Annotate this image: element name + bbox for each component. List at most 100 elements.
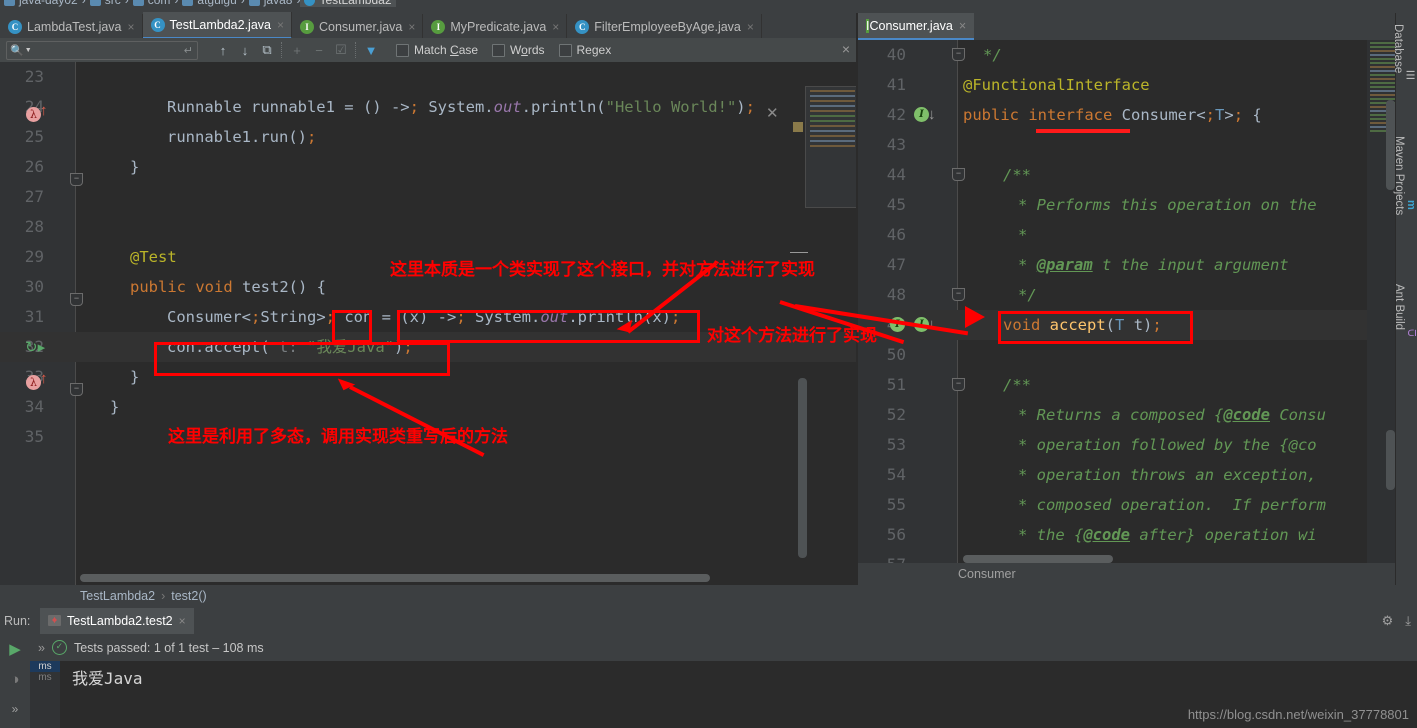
code-line[interactable]: 46 * <box>858 220 1417 250</box>
run-test-icon[interactable]: ↻▸ <box>25 338 45 356</box>
code-line[interactable]: 47 * @param t the input argument <box>858 250 1417 280</box>
run-toolbar[interactable]: ⚙ ⤓ <box>1382 613 1411 629</box>
find-toolbar[interactable]: 🔍 ▼ ↵ ↑ ↓ ⧉ + − ☑ ▼ Match Case Words Regex × <box>0 38 858 62</box>
fold-handle[interactable]: − <box>952 288 965 301</box>
class-icon: C <box>575 19 590 34</box>
checkbox-box[interactable] <box>396 43 409 57</box>
tab-lambdatest-java[interactable]: C LambdaTest.java × <box>0 14 143 39</box>
lambda-marker-icon[interactable]: λ <box>26 107 41 122</box>
add-selection-next-icon[interactable]: + <box>286 40 308 60</box>
code-line[interactable]: 55 * composed operation. If perform <box>858 490 1417 520</box>
close-icon[interactable]: × <box>959 19 966 33</box>
code-line[interactable]: 50 <box>858 340 1417 370</box>
code-line[interactable]: 43 <box>858 130 1417 160</box>
code-line[interactable]: 51 /** <box>858 370 1417 400</box>
export-icon[interactable]: ⤓ <box>1405 613 1411 629</box>
breadcrumb-item-com[interactable]: com <box>129 0 175 7</box>
breadcrumb-item-java8[interactable]: java8 <box>245 0 297 7</box>
code-line[interactable]: 42 public interface Consumer<;T>; { <box>858 100 1417 130</box>
breadcrumb-class[interactable]: TestLambda2 <box>80 589 155 603</box>
chevron-down-icon[interactable]: ▼ <box>25 47 32 54</box>
breadcrumb-item-src[interactable]: src <box>86 0 125 7</box>
code-line[interactable]: 45 * Performs this operation on the <box>858 190 1417 220</box>
close-icon[interactable]: × <box>408 20 415 34</box>
toggle-soft-wrap-button[interactable]: ◑ <box>0 664 30 694</box>
right-vertical-scrollbar-2[interactable] <box>1386 430 1395 490</box>
close-icon[interactable]: × <box>747 20 754 34</box>
checkbox-box[interactable] <box>492 43 506 57</box>
code-line[interactable]: 44 /** <box>858 160 1417 190</box>
expand-glyph[interactable]: » <box>38 641 45 655</box>
tab-filteremployeebyage-java[interactable]: C FilterEmployeeByAge.java × <box>567 14 762 39</box>
tool-button-ant[interactable]: ⩂ Ant Build <box>1393 281 1417 384</box>
tab-label: FilterEmployeeByAge.java <box>594 19 741 34</box>
rerun-button[interactable]: ▶ <box>0 634 30 664</box>
fold-handle[interactable]: − <box>70 383 83 396</box>
breadcrumb-method[interactable]: test2() <box>171 589 206 603</box>
code-line[interactable]: 23 <box>0 62 858 92</box>
fold-handle[interactable]: − <box>70 293 83 306</box>
vertical-scrollbar[interactable] <box>798 378 807 558</box>
find-next-icon[interactable]: ↓ <box>234 40 256 60</box>
right-editor-pane[interactable]: I Consumer.java × 40 */ 41 @FunctionalInter… <box>858 13 1417 585</box>
code-line[interactable]: 52 * Returns a composed {@code Consu <box>858 400 1417 430</box>
find-previous-icon[interactable]: ↑ <box>212 40 234 60</box>
right-tab-strip[interactable]: I Consumer.java × <box>858 13 1417 40</box>
run-configuration-tab[interactable]: TestLambda2.test2 × <box>40 607 194 634</box>
search-input[interactable]: 🔍 ▼ ↵ <box>6 40 198 60</box>
checkbox-regex[interactable]: Regex <box>558 43 611 57</box>
fold-handle[interactable]: − <box>70 173 83 186</box>
select-all-lines-icon[interactable]: ☑ <box>330 40 352 60</box>
fold-handle[interactable]: − <box>952 48 965 61</box>
left-breadcrumb[interactable]: TestLambda2 › test2() <box>0 585 938 607</box>
filter-icon[interactable]: ▼ <box>360 40 382 60</box>
right-horizontal-scrollbar[interactable] <box>963 555 1113 563</box>
checkbox-words[interactable]: Words <box>492 43 545 57</box>
code-line[interactable]: 54 * operation throws an exception, <box>858 460 1417 490</box>
editor-tab-strip[interactable]: C LambdaTest.java × C TestLambda2.java × I Cons… <box>0 12 858 39</box>
tool-button-maven[interactable]: m Maven Projects <box>1393 133 1417 276</box>
code-line[interactable]: 27 <box>0 182 858 212</box>
checkbox-match-case[interactable]: Match Case <box>396 43 478 57</box>
close-icon[interactable]: × <box>552 20 559 34</box>
right-tool-rail[interactable]: ☰ Database m Maven Projects ⩂ Ant Build <box>1392 13 1417 585</box>
tab-consumer-java[interactable]: I Consumer.java × <box>858 13 975 40</box>
run-left-rail[interactable]: ▶ ◑ » <box>0 634 30 728</box>
close-icon[interactable]: × <box>128 20 135 34</box>
tab-mypredicate-java[interactable]: I MyPredicate.java × <box>423 14 568 39</box>
close-icon[interactable]: × <box>277 18 284 32</box>
up-arrow-icon[interactable]: ↑ <box>40 371 48 386</box>
tab-consumer-java[interactable]: I Consumer.java × <box>292 14 424 39</box>
code-line[interactable]: 24Runnable runnable1 = () ->; System.out… <box>0 92 858 122</box>
breadcrumb-item-testlambda2[interactable]: TestLambda2 <box>300 0 396 7</box>
expand-button[interactable]: » <box>0 694 30 724</box>
close-find-icon[interactable]: × <box>842 41 850 57</box>
code-line[interactable]: 41 @FunctionalInterface <box>858 70 1417 100</box>
horizontal-scrollbar[interactable] <box>80 574 710 582</box>
lambda-marker-icon[interactable]: λ <box>26 375 41 390</box>
fold-handle[interactable]: − <box>952 168 965 181</box>
code-line[interactable]: 28 <box>0 212 858 242</box>
close-icon[interactable]: × <box>179 614 186 628</box>
implemented-interface-icon[interactable]: I <box>914 107 929 122</box>
tool-button-database[interactable]: ☰ Database <box>1392 21 1417 129</box>
code-line[interactable]: 56 * the {@code after} operation wi <box>858 520 1417 550</box>
checkbox-box[interactable] <box>558 43 572 57</box>
select-all-occurrences-icon[interactable]: ⧉ <box>256 40 278 60</box>
remove-selection-icon[interactable]: − <box>308 40 330 60</box>
breadcrumb-item-java-day02[interactable]: java-day02 <box>0 0 82 7</box>
run-tool-window[interactable]: Run: TestLambda2.test2 × ⚙ ⤓ ▶ ◑ » » ✓ T… <box>0 607 1417 728</box>
up-arrow-icon[interactable]: ↑ <box>40 103 48 118</box>
code-line[interactable]: 34} <box>0 392 858 422</box>
code-line[interactable]: 25 runnable1.run(); <box>0 122 858 152</box>
code-line[interactable]: 48 */ <box>858 280 1417 310</box>
code-line[interactable]: 53 * operation followed by the {@co <box>858 430 1417 460</box>
fold-handle[interactable]: − <box>952 378 965 391</box>
tab-testlambda2-java[interactable]: C TestLambda2.java × <box>142 12 292 39</box>
code-line[interactable]: 40 */ <box>858 40 1417 70</box>
close-preview-icon[interactable]: ✕ <box>766 104 779 122</box>
down-arrow-icon[interactable]: ↓ <box>928 107 936 122</box>
code-line[interactable]: 26} <box>0 152 858 182</box>
breadcrumb-item-atguigu[interactable]: atguigu <box>178 0 240 7</box>
settings-icon[interactable]: ⚙ <box>1382 613 1394 629</box>
